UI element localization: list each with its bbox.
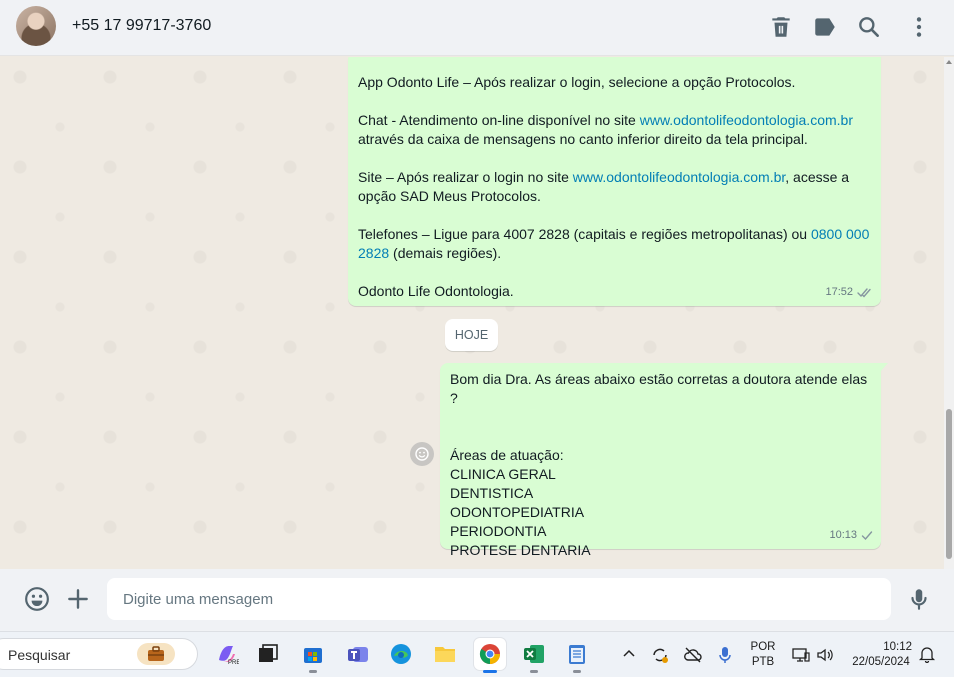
volume-icon[interactable] xyxy=(815,645,835,665)
taskbar-search-box[interactable]: Pesquisar xyxy=(0,638,198,670)
message-time: 17:52 xyxy=(825,286,853,298)
excel-icon[interactable] xyxy=(518,638,550,673)
outgoing-message[interactable]: App Odonto Life – Após realizar o login,… xyxy=(348,57,881,306)
taskbar-search-label: Pesquisar xyxy=(8,647,71,663)
message-meta: 10:13 xyxy=(829,526,873,545)
network-icon[interactable] xyxy=(791,645,811,665)
day-divider: HOJE xyxy=(445,319,498,351)
running-indicator xyxy=(309,670,317,673)
website-link[interactable]: www.odontolifeodontologia.com.br xyxy=(573,169,785,185)
sync-icon[interactable] xyxy=(650,645,670,665)
message-composer xyxy=(0,569,954,631)
area-item: ODONTOPEDIATRIA xyxy=(450,504,585,520)
emoji-reaction-icon[interactable] xyxy=(410,442,434,466)
clock-time: 10:12 xyxy=(883,641,912,653)
message-signature: Odonto Life Odontologia. xyxy=(358,283,514,299)
teams-icon[interactable] xyxy=(342,638,374,670)
language-indicator[interactable]: POR PTB xyxy=(746,640,780,670)
chat-messages-area: App Odonto Life – Após realizar o login,… xyxy=(0,57,944,569)
areas-title: Áreas de atuação: xyxy=(450,447,564,463)
file-explorer-icon[interactable] xyxy=(429,638,461,670)
search-icon[interactable] xyxy=(856,14,882,40)
keyboard-layout: PTB xyxy=(751,656,775,668)
microphone-tray-icon[interactable] xyxy=(715,645,735,665)
scrollbar-thumb[interactable] xyxy=(946,409,952,559)
briefcase-icon[interactable] xyxy=(137,643,175,665)
windows-taskbar: Pesquisar PRE POR PTB 10:12 22/05/2024 xyxy=(0,631,954,677)
chat-header: +55 17 99717-3760 xyxy=(0,0,954,56)
contact-name[interactable]: +55 17 99717-3760 xyxy=(72,17,211,35)
area-item: CLINICA GERAL xyxy=(450,466,556,482)
notification-bell-icon[interactable] xyxy=(918,645,938,665)
message-meta: 17:52 xyxy=(825,283,873,302)
chrome-icon[interactable] xyxy=(474,638,506,673)
area-item: PROTESE DENTARIA xyxy=(450,542,591,558)
notepad-icon[interactable] xyxy=(561,638,593,673)
delete-icon[interactable] xyxy=(768,14,794,40)
running-indicator xyxy=(573,670,581,673)
scroll-up-arrow-icon[interactable] xyxy=(946,60,952,64)
double-check-icon xyxy=(857,287,873,298)
message-text: Chat - Atendimento on-line disponível no… xyxy=(358,111,871,149)
svg-text:PRE: PRE xyxy=(228,660,239,666)
label-icon[interactable] xyxy=(812,14,838,40)
message-time: 10:13 xyxy=(829,529,857,541)
task-view-icon[interactable] xyxy=(252,638,284,670)
clock-date: 22/05/2024 xyxy=(852,656,910,668)
message-text-fragment: através da caixa de mensagens no canto i… xyxy=(358,131,808,147)
message-text-fragment: Telefones – Ligue para 4007 2828 (capita… xyxy=(358,226,811,242)
message-text: Bom dia Dra. As áreas abaixo estão corre… xyxy=(450,371,868,406)
message-input[interactable] xyxy=(107,578,891,620)
area-item: DENTISTICA xyxy=(450,485,534,501)
more-options-icon[interactable] xyxy=(906,14,932,40)
area-item: PERIODONTIA xyxy=(450,523,547,539)
contact-avatar[interactable] xyxy=(16,6,56,46)
website-link[interactable]: www.odontolifeodontologia.com.br xyxy=(640,112,853,128)
microphone-icon[interactable] xyxy=(906,586,932,612)
attach-plus-icon[interactable] xyxy=(65,586,91,612)
edge-icon[interactable] xyxy=(385,638,417,670)
message-text-fragment: (demais regiões). xyxy=(389,245,502,261)
microsoft-store-icon[interactable] xyxy=(297,638,329,673)
chat-scrollbar[interactable] xyxy=(944,57,954,569)
chevron-up-icon[interactable] xyxy=(620,645,640,665)
running-indicator xyxy=(530,670,538,673)
message-text: App Odonto Life – Após realizar o login,… xyxy=(358,74,796,90)
copilot-icon[interactable]: PRE xyxy=(211,638,243,670)
message-text: Site – Após realizar o login no site www… xyxy=(358,168,871,206)
language-code: POR xyxy=(750,641,776,653)
outgoing-message[interactable]: Bom dia Dra. As áreas abaixo estão corre… xyxy=(440,363,888,558)
message-text-fragment: Chat - Atendimento on-line disponível no… xyxy=(358,112,640,128)
emoji-icon[interactable] xyxy=(24,586,50,612)
message-text: Telefones – Ligue para 4007 2828 (capita… xyxy=(358,225,871,263)
single-check-icon xyxy=(861,530,873,541)
clock[interactable]: 10:12 22/05/2024 xyxy=(846,640,916,670)
active-indicator xyxy=(483,670,497,673)
message-text-fragment: Site – Após realizar o login no site xyxy=(358,169,573,185)
cloud-offline-icon[interactable] xyxy=(683,645,703,665)
